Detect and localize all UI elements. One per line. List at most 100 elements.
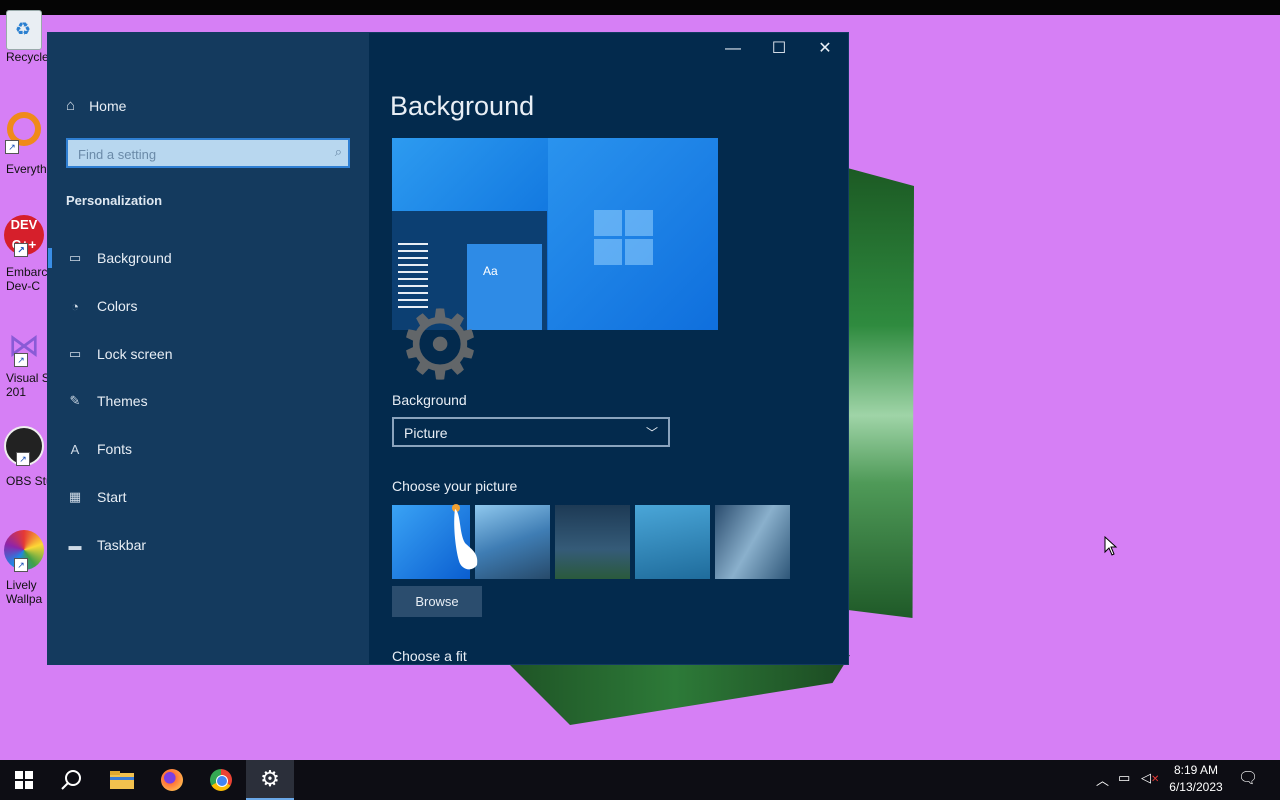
picture-thumbnail[interactable]: [635, 505, 710, 579]
shortcut-arrow-icon: ↗: [16, 452, 30, 466]
search-input[interactable]: [76, 144, 320, 164]
search-icon: [61, 770, 81, 790]
close-button[interactable]: ✕: [802, 37, 848, 61]
themes-icon: ✎: [69, 393, 81, 408]
loading-gear-icon: ⚙: [397, 292, 484, 399]
shortcut-arrow-icon: ↗: [14, 353, 28, 367]
desktop-icon-recycle-bin[interactable]: ♻ Recycle: [0, 10, 49, 64]
desktop-icon-label: Recycle: [6, 50, 49, 64]
wallpaper-object: [840, 168, 914, 618]
active-indicator: [48, 248, 52, 268]
picture-thumbnail[interactable]: [475, 505, 550, 579]
desktop-icon-devc[interactable]: DEVC++ ↗ Embarca Dev-C: [0, 215, 54, 293]
desktop-icon-obs[interactable]: ↗ OBS Stu: [0, 426, 53, 488]
palette-icon: ◔: [71, 298, 79, 314]
sidebar-item-background[interactable]: ▭ Background: [48, 240, 369, 276]
taskbar-icon: ▬: [68, 537, 82, 553]
mouse-cursor-icon: [1104, 536, 1118, 556]
home-link[interactable]: ⌂ Home: [66, 97, 126, 114]
chrome-icon: [210, 769, 232, 791]
fonts-icon: A: [70, 441, 80, 457]
firefox-icon: [161, 769, 183, 791]
settings-window: ⌂ Home ⌕ Personalization ▭ Background ◔ …: [48, 33, 848, 664]
choose-fit-label: Choose a fit: [392, 648, 467, 664]
settings-main: — ☐ ✕ Background Aa ⚙ Background Picture…: [369, 33, 848, 664]
settings-taskbar-button[interactable]: ⚙: [246, 760, 294, 800]
file-explorer-button[interactable]: [98, 760, 146, 800]
recycle-bin-icon: ♻: [6, 10, 42, 50]
notifications-button[interactable]: 🗨: [1238, 768, 1258, 788]
maximize-button[interactable]: ☐: [756, 37, 802, 61]
desktop-icon-lively[interactable]: ↗ Lively Wallpa: [0, 530, 48, 606]
picture-icon: ▭: [68, 250, 82, 265]
background-label: Background: [392, 392, 467, 408]
folder-icon: [110, 771, 134, 789]
obs-icon: ↗: [4, 426, 44, 466]
sidebar-item-label: Start: [97, 489, 127, 505]
desktop-icon-label: OBS Stu: [6, 474, 53, 488]
page-title: Background: [390, 91, 535, 121]
chrome-button[interactable]: [197, 760, 245, 800]
background-type-dropdown[interactable]: Picture ﹀: [392, 417, 670, 447]
taskbar: ⚙ ︿ ▭ ◁✕ 8:19 AM 6/13/2023 🗨: [0, 760, 1280, 800]
settings-sidebar: ⌂ Home ⌕ Personalization ▭ Background ◔ …: [48, 33, 369, 664]
network-icon[interactable]: ▭: [1118, 770, 1130, 786]
desktop-icon-everything[interactable]: ↗ Everyth: [0, 112, 48, 176]
clock-date: 6/13/2023: [1169, 780, 1223, 794]
search-box[interactable]: ⌕: [66, 138, 350, 168]
gear-icon: ⚙: [260, 766, 280, 791]
sidebar-item-lock-screen[interactable]: ▭ Lock screen: [48, 336, 369, 372]
sidebar-item-label: Background: [97, 250, 172, 266]
desktop-icon-visual-studio[interactable]: ⋈ ↗ Visual St 201: [0, 325, 53, 399]
chevron-up-icon: ︿: [1096, 773, 1110, 788]
hand-pointer-icon: [452, 504, 478, 570]
clock-time: 8:19 AM: [1173, 763, 1219, 777]
home-label: Home: [89, 97, 127, 114]
choose-picture-label: Choose your picture: [392, 478, 518, 494]
sidebar-item-start[interactable]: ▦ Start: [48, 479, 369, 515]
devc-icon: DEVC++ ↗: [4, 215, 44, 257]
home-icon: ⌂: [66, 97, 76, 114]
picture-thumbnail[interactable]: [555, 505, 630, 579]
lock-screen-icon: ▭: [68, 346, 82, 361]
start-icon: ▦: [68, 489, 82, 504]
windows-start-icon: [15, 771, 33, 789]
volume-muted-icon[interactable]: ◁✕: [1141, 770, 1159, 786]
start-button[interactable]: [0, 760, 48, 800]
sidebar-item-label: Themes: [97, 393, 148, 409]
sidebar-item-taskbar[interactable]: ▬ Taskbar: [48, 527, 369, 563]
sidebar-item-label: Taskbar: [97, 537, 147, 553]
lively-wallpaper-icon: ↗: [4, 530, 44, 572]
search-icon[interactable]: ⌕: [335, 144, 342, 160]
chevron-down-icon: ﹀: [645, 426, 658, 440]
sidebar-item-label: Lock screen: [97, 346, 173, 362]
desktop-icon-label: Lively Wallpa: [6, 578, 43, 606]
desktop-icon-label: Visual St 201: [6, 371, 53, 399]
sidebar-item-themes[interactable]: ✎ Themes: [48, 383, 369, 419]
desktop-icon-label: Embarca Dev-C: [6, 265, 55, 293]
sidebar-item-fonts[interactable]: A Fonts: [48, 431, 369, 467]
browse-button[interactable]: Browse: [392, 586, 482, 617]
sidebar-item-label: Fonts: [97, 441, 133, 457]
shortcut-arrow-icon: ↗: [5, 140, 19, 154]
sidebar-item-label: Colors: [97, 298, 138, 314]
shortcut-arrow-icon: ↗: [14, 558, 28, 572]
search-taskbar-button[interactable]: [48, 760, 96, 800]
system-clock[interactable]: 8:19 AM 6/13/2023: [1160, 762, 1232, 796]
minimize-button[interactable]: —: [710, 37, 756, 61]
firefox-button[interactable]: [148, 760, 196, 800]
section-heading: Personalization: [66, 193, 163, 208]
preview-sample-text: Aa: [483, 264, 498, 278]
wallpaper-object-shadow: [500, 655, 850, 725]
shortcut-arrow-icon: ↗: [14, 243, 28, 257]
desktop-icon-label: Everyth: [6, 162, 47, 176]
windows-logo-icon: [594, 210, 654, 266]
top-black-bar: [0, 0, 1280, 15]
picture-thumbnail[interactable]: [715, 505, 790, 579]
notification-icon: 🗨: [1238, 770, 1259, 787]
visual-studio-icon: ⋈ ↗: [8, 327, 40, 367]
show-hidden-icons-button[interactable]: ︿: [1096, 770, 1109, 789]
everything-icon: ↗: [5, 112, 41, 154]
dropdown-value: Picture: [404, 425, 448, 441]
sidebar-item-colors[interactable]: ◔ Colors: [48, 288, 369, 324]
